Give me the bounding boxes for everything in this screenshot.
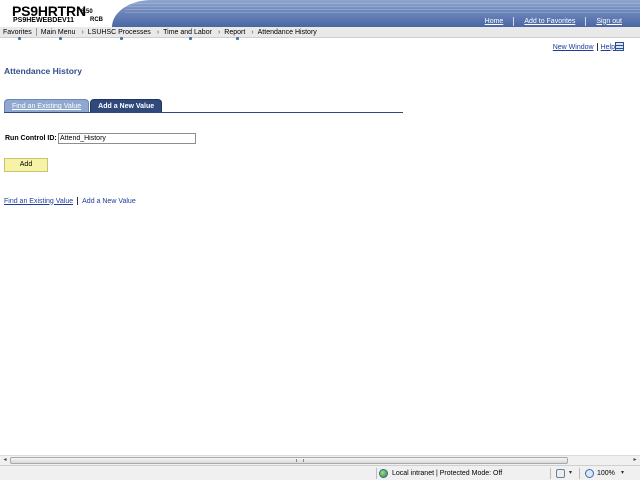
new-window-link[interactable]: New Window bbox=[553, 44, 594, 51]
chevron-down-icon[interactable]: ▾ bbox=[621, 469, 624, 478]
customize-page-icon[interactable] bbox=[615, 42, 624, 51]
divider bbox=[77, 197, 79, 205]
tab-bar: Find an Existing Value Add a New Value bbox=[4, 99, 163, 112]
security-settings-icon[interactable] bbox=[556, 469, 565, 478]
zoom-icon[interactable] bbox=[585, 469, 594, 478]
zone-text: Local intranet | Protected Mode: Off bbox=[392, 470, 503, 477]
page-links: New Window Help bbox=[553, 43, 622, 51]
find-existing-value-link[interactable]: Find an Existing Value bbox=[4, 198, 73, 205]
dropdown-indicator-icon bbox=[120, 36, 124, 40]
grip-icon bbox=[296, 459, 304, 462]
chevron-right-icon: › bbox=[217, 28, 221, 36]
nav-report[interactable]: Report bbox=[224, 27, 249, 40]
app-version: 8.50 bbox=[81, 9, 93, 15]
help-link[interactable]: Help bbox=[601, 44, 615, 51]
run-control-label: Run Control ID: bbox=[5, 135, 57, 142]
nav-attendance-history: Attendance History bbox=[257, 28, 317, 36]
add-new-value-link[interactable]: Add a New Value bbox=[82, 198, 136, 205]
server-name: PS9HEWEBDEV11 bbox=[13, 17, 75, 24]
add-button[interactable]: Add bbox=[4, 158, 48, 172]
nav-main-menu[interactable]: Main Menu bbox=[41, 27, 80, 40]
bottom-links: Find an Existing Value Add a New Value bbox=[4, 197, 136, 205]
run-control-id-input[interactable] bbox=[58, 133, 196, 144]
scroll-left-icon[interactable]: ◂ bbox=[0, 456, 10, 465]
scroll-right-icon[interactable]: ▸ bbox=[630, 456, 640, 465]
home-link[interactable]: Home bbox=[475, 17, 514, 26]
divider bbox=[35, 28, 37, 36]
divider bbox=[550, 468, 551, 479]
dropdown-indicator-icon bbox=[188, 36, 192, 40]
divider bbox=[579, 468, 580, 479]
chevron-right-icon: › bbox=[81, 28, 84, 36]
header-links: Home Add to Favorites Sign out bbox=[475, 16, 632, 26]
tab-find-existing-value[interactable]: Find an Existing Value bbox=[4, 99, 90, 112]
dropdown-indicator-icon bbox=[18, 36, 22, 40]
nav-time-and-labor[interactable]: Time and Labor bbox=[163, 27, 216, 40]
divider bbox=[376, 468, 377, 479]
dropdown-indicator-icon bbox=[59, 36, 63, 40]
horizontal-scrollbar[interactable]: ◂ ▸ bbox=[0, 455, 640, 465]
sign-out-link[interactable]: Sign out bbox=[586, 17, 632, 26]
zoom-level[interactable]: 100% bbox=[597, 469, 615, 478]
app-header: PS9HRTRN 8.50 PS9HEWEBDEV11 RCB Home Add… bbox=[0, 0, 640, 27]
divider bbox=[596, 43, 598, 51]
security-zone[interactable]: Local intranet | Protected Mode: Off bbox=[379, 468, 502, 479]
dropdown-indicator-icon bbox=[235, 36, 239, 40]
status-bar: Local intranet | Protected Mode: Off ▾ 1… bbox=[0, 465, 640, 480]
chevron-right-icon: › bbox=[156, 28, 160, 36]
breadcrumb: Favorites Main Menu › LSUHSC Processes ›… bbox=[0, 27, 640, 40]
chevron-down-icon[interactable]: ▾ bbox=[569, 469, 572, 478]
nav-lsuhsc-processes[interactable]: LSUHSC Processes bbox=[88, 27, 155, 40]
scrollbar-thumb[interactable] bbox=[10, 457, 568, 464]
tab-underline bbox=[4, 112, 403, 113]
nav-favorites[interactable]: Favorites bbox=[3, 27, 36, 40]
add-to-favorites-link[interactable]: Add to Favorites bbox=[514, 17, 585, 26]
header-decoration bbox=[125, 3, 640, 15]
user-id: RCB bbox=[90, 17, 103, 23]
chevron-right-icon: › bbox=[251, 28, 254, 36]
browser-page: PS9HRTRN 8.50 PS9HEWEBDEV11 RCB Home Add… bbox=[0, 0, 640, 480]
page-title: Attendance History bbox=[4, 66, 82, 76]
tab-add-new-value[interactable]: Add a New Value bbox=[90, 99, 163, 112]
globe-icon bbox=[379, 469, 388, 478]
